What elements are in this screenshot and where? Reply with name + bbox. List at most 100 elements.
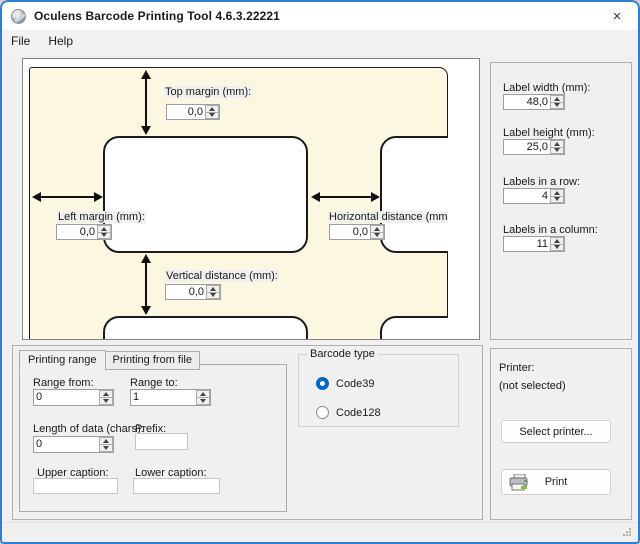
printer-label: Printer: xyxy=(499,362,534,374)
spin-down-button[interactable] xyxy=(550,197,564,204)
chevron-up-icon xyxy=(103,392,109,396)
chevron-down-icon xyxy=(101,233,107,237)
prefix-input[interactable] xyxy=(135,433,188,450)
data-length-input[interactable]: 0 xyxy=(33,436,114,453)
horizontal-distance-input[interactable]: 0,0 xyxy=(329,224,385,240)
chevron-down-icon xyxy=(374,233,380,237)
left-margin-input[interactable]: 0,0 xyxy=(56,224,112,240)
chevron-up-icon xyxy=(554,191,560,195)
app-icon xyxy=(11,9,26,24)
left-margin-label: Left margin (mm): xyxy=(57,211,146,223)
radio-code39[interactable]: Code39 xyxy=(316,377,375,390)
left-margin-arrow xyxy=(32,192,103,202)
label-width-label: Label width (mm): xyxy=(503,82,590,94)
spin-down-button[interactable] xyxy=(196,398,210,405)
resize-grip-icon[interactable] xyxy=(622,527,632,537)
label-preview-1 xyxy=(103,136,308,253)
vertical-distance-input[interactable]: 0,0 xyxy=(165,284,221,300)
menu-bar: File Help xyxy=(2,30,638,51)
printing-panel: Printing range Printing from file Range … xyxy=(12,345,483,520)
label-height-input[interactable]: 25,0 xyxy=(503,139,565,155)
chevron-down-icon xyxy=(554,103,560,107)
spin-down-button[interactable] xyxy=(99,445,113,452)
top-margin-input[interactable]: 0,0 xyxy=(166,104,220,120)
label-preview-4 xyxy=(380,316,448,340)
barcode-type-title: Barcode type xyxy=(307,348,378,360)
spin-up-button[interactable] xyxy=(550,95,564,103)
spin-down-button[interactable] xyxy=(99,398,113,405)
spin-down-button[interactable] xyxy=(550,245,564,252)
menu-help[interactable]: Help xyxy=(39,32,82,50)
title-bar: Oculens Barcode Printing Tool 4.6.3.2222… xyxy=(2,2,638,30)
top-margin-value: 0,0 xyxy=(167,105,205,119)
printing-range-tabpage: Range from: 0 Range to: 1 Length of data… xyxy=(19,364,287,512)
radio-code128-label: Code128 xyxy=(336,407,381,419)
spin-up-button[interactable] xyxy=(206,285,220,293)
label-preview-2 xyxy=(380,136,448,253)
range-to-input[interactable]: 1 xyxy=(130,389,211,406)
tab-printing-range[interactable]: Printing range xyxy=(19,350,106,371)
spin-up-button[interactable] xyxy=(550,237,564,245)
spin-down-button[interactable] xyxy=(550,148,564,155)
left-margin-value: 0,0 xyxy=(57,225,97,239)
chevron-down-icon xyxy=(103,399,109,403)
upper-caption-input[interactable] xyxy=(33,478,118,494)
spin-up-button[interactable] xyxy=(550,140,564,148)
app-window: Oculens Barcode Printing Tool 4.6.3.2222… xyxy=(0,0,640,544)
range-from-label: Range from: xyxy=(33,377,94,389)
tab-printing-from-file[interactable]: Printing from file xyxy=(106,351,200,370)
chevron-up-icon xyxy=(554,239,560,243)
spin-up-button[interactable] xyxy=(370,225,384,233)
labels-in-row-input[interactable]: 4 xyxy=(503,188,565,204)
data-length-value: 0 xyxy=(34,437,99,452)
chevron-down-icon xyxy=(554,245,560,249)
spin-down-button[interactable] xyxy=(206,293,220,300)
spin-down-button[interactable] xyxy=(370,233,384,240)
label-width-value: 48,0 xyxy=(504,95,550,109)
labels-in-column-input[interactable]: 11 xyxy=(503,236,565,252)
status-bar xyxy=(2,522,638,541)
horizontal-distance-label: Horizontal distance (mm): xyxy=(328,211,448,223)
chevron-down-icon xyxy=(210,293,216,297)
spin-up-button[interactable] xyxy=(205,105,219,113)
spin-up-button[interactable] xyxy=(550,189,564,197)
tab-strip: Printing range Printing from file xyxy=(19,349,200,370)
spin-down-button[interactable] xyxy=(205,113,219,120)
label-width-input[interactable]: 48,0 xyxy=(503,94,565,110)
label-height-label: Label height (mm): xyxy=(503,127,595,139)
spin-up-button[interactable] xyxy=(99,390,113,398)
radio-unselected-icon xyxy=(316,406,329,419)
select-printer-label: Select printer... xyxy=(519,426,592,438)
radio-code39-label: Code39 xyxy=(336,378,375,390)
radio-selected-icon xyxy=(316,377,329,390)
lower-caption-input[interactable] xyxy=(133,478,220,494)
chevron-up-icon xyxy=(209,107,215,111)
label-preview-3 xyxy=(103,316,308,340)
labels-in-column-label: Labels in a column: xyxy=(503,224,598,236)
spin-down-button[interactable] xyxy=(550,103,564,110)
labels-in-row-value: 4 xyxy=(504,189,550,203)
menu-file[interactable]: File xyxy=(2,32,39,50)
spin-up-button[interactable] xyxy=(97,225,111,233)
horizontal-distance-value: 0,0 xyxy=(330,225,370,239)
top-margin-label: Top margin (mm): xyxy=(164,86,252,98)
spin-up-button[interactable] xyxy=(196,390,210,398)
chevron-down-icon xyxy=(200,399,206,403)
chevron-up-icon xyxy=(103,439,109,443)
spin-down-button[interactable] xyxy=(97,233,111,240)
data-length-label: Length of data (chars): xyxy=(33,423,144,435)
range-from-input[interactable]: 0 xyxy=(33,389,114,406)
chevron-up-icon xyxy=(554,142,560,146)
chevron-up-icon xyxy=(200,392,206,396)
radio-code128[interactable]: Code128 xyxy=(316,406,381,419)
vertical-distance-label: Vertical distance (mm): xyxy=(165,270,279,282)
chevron-up-icon xyxy=(374,227,380,231)
barcode-type-group: Barcode type Code39 Code128 xyxy=(298,354,459,427)
print-button[interactable]: Print xyxy=(501,469,611,495)
label-settings-panel: Label width (mm): 48,0 Label height (mm)… xyxy=(490,62,632,340)
range-to-value: 1 xyxy=(131,390,196,405)
select-printer-button[interactable]: Select printer... xyxy=(501,420,611,443)
label-height-value: 25,0 xyxy=(504,140,550,154)
close-icon[interactable]: × xyxy=(602,4,632,28)
spin-up-button[interactable] xyxy=(99,437,113,445)
